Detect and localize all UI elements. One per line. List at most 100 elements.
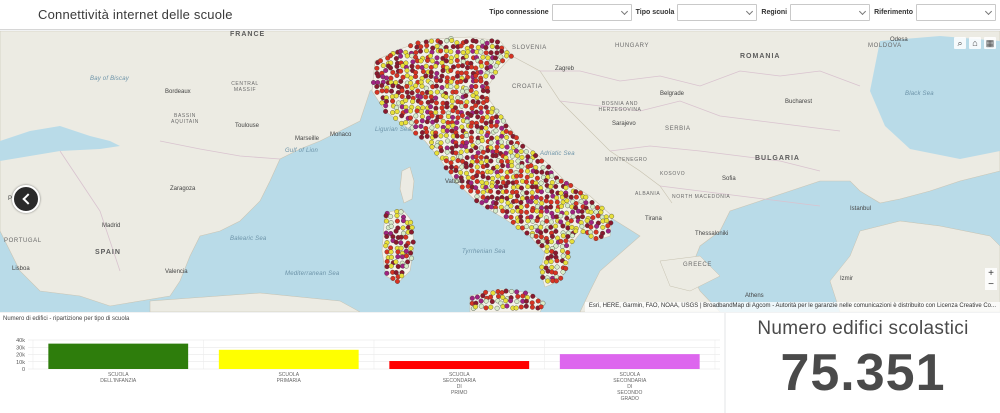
school-dot[interactable] — [533, 153, 539, 159]
school-dot[interactable] — [474, 95, 480, 101]
school-dot[interactable] — [474, 173, 479, 179]
school-dot[interactable] — [473, 304, 478, 310]
school-dot[interactable] — [498, 184, 504, 190]
school-dot[interactable] — [474, 198, 480, 204]
school-dot[interactable] — [519, 163, 525, 169]
school-dot[interactable] — [553, 228, 559, 234]
school-dot[interactable] — [489, 183, 495, 189]
school-dot[interactable] — [573, 201, 579, 206]
school-dot[interactable] — [494, 114, 499, 120]
school-dot[interactable] — [515, 294, 521, 299]
school-dot[interactable] — [488, 188, 494, 194]
school-dot[interactable] — [428, 53, 433, 59]
school-dot[interactable] — [529, 300, 535, 306]
school-dot[interactable] — [520, 143, 526, 149]
school-dot[interactable] — [564, 243, 570, 249]
school-dot[interactable] — [390, 69, 396, 75]
school-dot[interactable] — [459, 103, 465, 109]
school-dot[interactable] — [504, 144, 510, 150]
school-dot[interactable] — [528, 163, 534, 169]
school-dot[interactable] — [383, 218, 389, 224]
school-dot[interactable] — [408, 75, 414, 81]
school-dot[interactable] — [403, 98, 409, 103]
school-dot[interactable] — [569, 239, 575, 244]
school-dot[interactable] — [489, 44, 495, 49]
school-dot[interactable] — [439, 105, 445, 111]
school-dot[interactable] — [463, 78, 469, 84]
school-dot[interactable] — [419, 83, 425, 89]
school-dot[interactable] — [494, 108, 500, 114]
school-dot[interactable] — [525, 184, 531, 190]
school-dot[interactable] — [564, 215, 570, 221]
school-dot[interactable] — [523, 149, 529, 155]
school-dot[interactable] — [483, 104, 489, 110]
school-dot[interactable] — [388, 263, 394, 269]
school-dot[interactable] — [438, 133, 444, 139]
school-dot[interactable] — [499, 125, 505, 131]
school-dot[interactable] — [388, 223, 394, 229]
school-dot[interactable] — [499, 198, 505, 204]
school-dot[interactable] — [388, 75, 394, 81]
school-dot[interactable] — [518, 218, 524, 224]
school-dot[interactable] — [428, 94, 434, 100]
school-dot[interactable] — [443, 58, 449, 64]
school-dot[interactable] — [379, 100, 385, 106]
school-dot[interactable] — [515, 224, 521, 230]
school-dot[interactable] — [388, 249, 394, 255]
school-dot[interactable] — [433, 95, 439, 101]
school-dot[interactable] — [434, 89, 440, 95]
school-dot[interactable] — [394, 278, 400, 284]
school-dot[interactable] — [478, 49, 484, 55]
school-dot[interactable] — [374, 89, 380, 95]
school-dot[interactable] — [583, 194, 589, 200]
school-dot[interactable] — [453, 168, 459, 174]
school-dot[interactable] — [408, 43, 414, 49]
school-dot[interactable] — [438, 140, 444, 146]
school-dot[interactable] — [393, 270, 399, 276]
school-dot[interactable] — [503, 123, 509, 129]
school-dot[interactable] — [390, 98, 396, 104]
school-dot[interactable] — [539, 264, 545, 270]
school-dot[interactable] — [533, 224, 539, 229]
school-dot[interactable] — [540, 165, 546, 171]
school-dot[interactable] — [445, 124, 451, 130]
search-icon[interactable]: ⌕ — [954, 37, 966, 49]
school-dot[interactable] — [480, 149, 486, 155]
school-dot[interactable] — [473, 78, 479, 84]
school-dot[interactable] — [443, 165, 449, 171]
school-dot[interactable] — [371, 80, 376, 85]
school-dot[interactable] — [384, 234, 390, 239]
school-dot[interactable] — [464, 148, 470, 154]
school-dot[interactable] — [473, 103, 479, 108]
school-dot[interactable] — [394, 73, 400, 78]
school-dot[interactable] — [375, 73, 381, 79]
riferimento-select[interactable] — [916, 4, 996, 21]
school-dot[interactable] — [510, 208, 516, 214]
school-dot[interactable] — [455, 158, 461, 164]
school-dot[interactable] — [434, 123, 440, 129]
school-dot[interactable] — [408, 245, 414, 251]
school-dot[interactable] — [583, 200, 589, 206]
school-dot[interactable] — [553, 184, 559, 189]
school-dot[interactable] — [468, 188, 474, 194]
school-dot[interactable] — [540, 269, 545, 275]
school-dot[interactable] — [553, 250, 559, 256]
school-dot[interactable] — [483, 80, 489, 86]
school-dot[interactable] — [444, 79, 450, 85]
school-dot[interactable] — [393, 228, 399, 234]
school-dot[interactable] — [408, 250, 414, 256]
school-dot[interactable] — [454, 53, 460, 59]
school-dot[interactable] — [434, 70, 440, 76]
school-dot[interactable] — [534, 208, 540, 214]
school-dot[interactable] — [518, 149, 524, 154]
school-dot[interactable] — [484, 60, 490, 66]
school-dot[interactable] — [503, 189, 509, 194]
school-dot[interactable] — [544, 244, 550, 250]
school-dot[interactable] — [473, 145, 479, 151]
school-dot[interactable] — [499, 143, 505, 149]
school-dot[interactable] — [588, 224, 594, 230]
school-dot[interactable] — [538, 230, 544, 236]
school-dot[interactable] — [499, 48, 505, 54]
school-dot[interactable] — [494, 50, 500, 56]
school-dot[interactable] — [553, 223, 559, 229]
